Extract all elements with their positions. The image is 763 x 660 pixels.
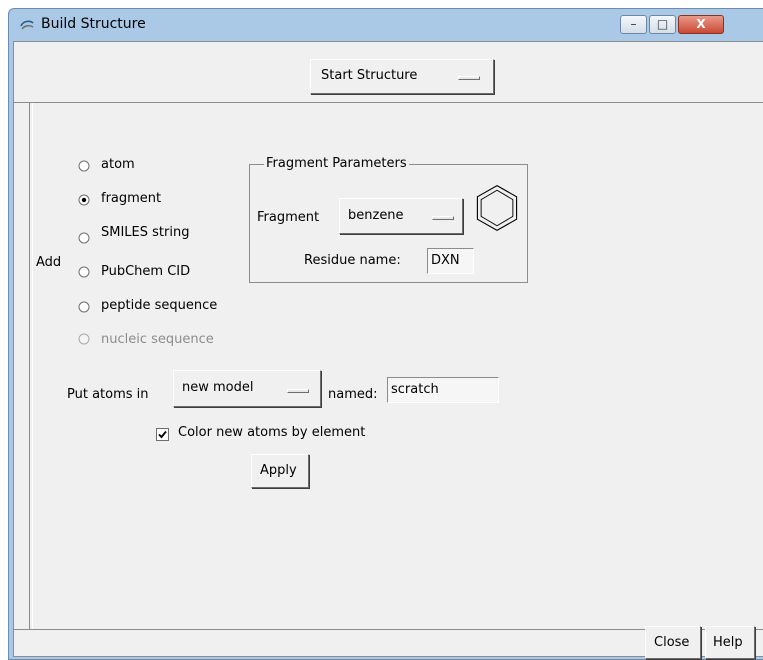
radio-atom-label: atom	[101, 157, 135, 172]
add-label: Add	[36, 255, 62, 270]
help-button[interactable]: Help	[705, 626, 755, 659]
radio-icon	[78, 266, 90, 278]
help-label: Help	[713, 635, 743, 650]
benzene-ring-icon	[476, 184, 518, 232]
start-structure-panel: Add atom fragment SMILES string PubChem …	[14, 103, 763, 629]
dialog-footer: Close Help	[14, 626, 763, 659]
radio-icon	[78, 160, 90, 172]
maximize-icon: □	[656, 17, 669, 31]
fragment-parameters-group: Fragment Parameters Fragment benzene Res…	[249, 156, 528, 283]
menu-indicator-icon	[458, 76, 480, 80]
dialog-content: Start Structure Add atom fragment SMILES…	[13, 41, 763, 659]
fragment-parameters-title: Fragment Parameters	[264, 156, 409, 171]
build-structure-window: Build Structure – □ X Start Structure Ad…	[8, 8, 763, 660]
radio-peptide-label: peptide sequence	[101, 298, 218, 313]
model-menu-button[interactable]: new model	[173, 370, 321, 407]
put-atoms-in-label: Put atoms in	[67, 387, 149, 402]
close-label: Close	[654, 635, 690, 650]
apply-button[interactable]: Apply	[251, 454, 309, 488]
model-name-field[interactable]: scratch	[387, 377, 499, 403]
residue-name-field[interactable]: DXN	[427, 248, 474, 274]
model-value: new model	[182, 380, 254, 395]
title-bar[interactable]: Build Structure – □ X	[9, 9, 763, 43]
start-structure-menu-button[interactable]: Start Structure	[310, 59, 494, 94]
residue-name-value: DXN	[431, 253, 460, 268]
radio-selected-icon	[78, 194, 90, 206]
minimize-icon: –	[630, 17, 637, 31]
close-icon: X	[696, 17, 706, 31]
maximize-button[interactable]: □	[649, 15, 676, 34]
radio-smiles-label: SMILES string	[101, 225, 190, 240]
radio-icon	[78, 232, 90, 244]
radio-nucleic-label: nucleic sequence	[101, 332, 214, 347]
window-title: Build Structure	[41, 16, 146, 32]
start-structure-label: Start Structure	[321, 68, 418, 83]
color-by-element-label: Color new atoms by element	[178, 425, 366, 440]
fragment-value: benzene	[348, 208, 404, 223]
menu-indicator-icon	[432, 216, 454, 220]
radio-fragment-label: fragment	[101, 191, 162, 206]
fragment-menu-button[interactable]: benzene	[339, 198, 463, 234]
radio-pubchem-label: PubChem CID	[101, 264, 191, 279]
minimize-button[interactable]: –	[620, 15, 647, 34]
radio-icon	[78, 301, 90, 313]
apply-label: Apply	[260, 463, 297, 478]
named-label: named:	[328, 387, 378, 402]
radio-disabled-icon	[78, 333, 90, 345]
panel-divider	[29, 103, 33, 629]
window-close-button[interactable]: X	[678, 15, 724, 34]
fragment-label: Fragment	[257, 210, 320, 225]
app-icon	[20, 20, 34, 30]
residue-name-label: Residue name:	[304, 253, 401, 268]
menu-indicator-icon	[287, 389, 309, 393]
mode-bar: Start Structure	[14, 42, 763, 103]
close-button[interactable]: Close	[645, 626, 701, 659]
model-name-value: scratch	[391, 382, 439, 397]
checkbox-checked-icon	[156, 428, 169, 441]
